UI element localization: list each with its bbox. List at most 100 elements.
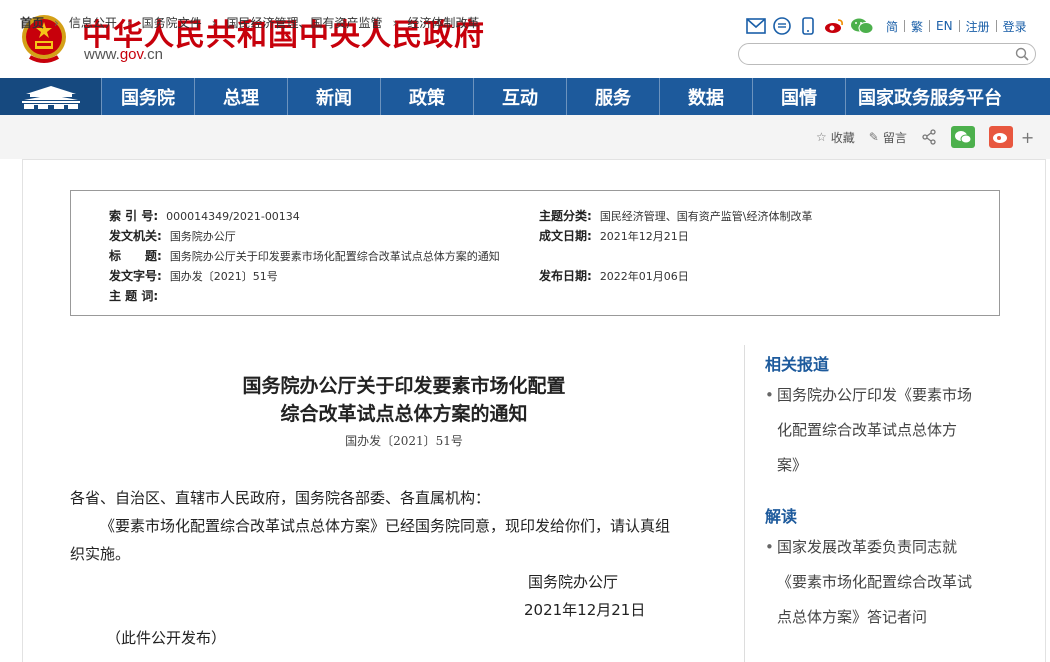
nav-item-gov-service-platform[interactable]: 国家政务服务平台 xyxy=(846,78,1026,115)
meta-label: 发文字号: xyxy=(109,269,162,283)
meta-label: 主题分类: xyxy=(539,209,592,223)
nav-item-interaction[interactable]: 互动 xyxy=(474,78,567,115)
article-title-line: 综合改革试点总体方案的通知 xyxy=(280,403,528,425)
link-login[interactable]: 登录 xyxy=(997,18,1033,35)
meta-issuer: 发文机关: 国务院办公厅 xyxy=(109,227,236,244)
nav-item-news[interactable]: 新闻 xyxy=(288,78,381,115)
site-url-suffix: .cn xyxy=(142,46,163,63)
chevron-right-icon: › xyxy=(392,15,398,30)
meta-label: 发布日期: xyxy=(539,269,592,283)
article-paragraph: 织实施。 xyxy=(70,545,131,563)
sidebar-divider xyxy=(744,345,745,662)
share-toolbar: ☆ 收藏 ✎ 留言 + xyxy=(816,126,1034,148)
breadcrumb-reform[interactable]: 经济体制改革 xyxy=(407,14,479,31)
article-salutation: 各省、自治区、直辖市人民政府，国务院各部委、各直属机构： xyxy=(70,489,491,507)
meta-index: 索 引 号: 000014349/2021-00134 xyxy=(109,207,300,224)
tiananmen-logo-icon[interactable] xyxy=(0,78,102,115)
article-sign-date: 2021年12月21日 xyxy=(524,601,646,619)
related-report-line: 国务院办公厅印发《要素市场 xyxy=(777,386,973,404)
main-nav: 国务院 总理 新闻 政策 互动 服务 数据 国情 国家政务服务平台 xyxy=(0,78,1050,115)
more-share-button[interactable]: + xyxy=(1021,128,1034,147)
mail-icon[interactable] xyxy=(746,16,766,36)
chevron-right-icon: › xyxy=(54,15,59,30)
related-report-link[interactable]: • 国务院办公厅印发《要素市场 化配置综合改革试点总体方 案》 xyxy=(765,378,997,483)
meta-topic: 主题分类: 国民经济管理、国有资产监管\经济体制改革 xyxy=(539,207,813,224)
meta-value: 国民经济管理、国有资产监管\经济体制改革 xyxy=(599,210,813,223)
meta-label: 标 题: xyxy=(109,249,162,263)
nav-item-national-conditions[interactable]: 国情 xyxy=(753,78,846,115)
meta-value: 国务院办公厅关于印发要素市场化配置综合改革试点总体方案的通知 xyxy=(169,250,500,263)
article-title-line: 国务院办公厅关于印发要素市场化配置 xyxy=(242,375,566,397)
link-simplified[interactable]: 简 xyxy=(880,18,904,35)
breadcrumb-info-public[interactable]: 信息公开 xyxy=(69,14,117,31)
site-header: 中华人民共和国中央人民政府 www.gov.cn 简 繁 EN 注册 登录 xyxy=(0,0,1050,78)
comment-label: 留言 xyxy=(882,130,907,145)
star-icon: ☆ xyxy=(816,130,827,144)
article-note: （此件公开发布） xyxy=(106,629,227,647)
meta-value: 2022年01月06日 xyxy=(599,270,689,283)
link-register[interactable]: 注册 xyxy=(960,18,996,35)
nav-item-premier[interactable]: 总理 xyxy=(195,78,288,115)
article-title: 国务院办公厅关于印发要素市场化配置 综合改革试点总体方案的通知 xyxy=(70,372,738,428)
interpretation-link[interactable]: • 国家发展改革委负责同志就 《要素市场化配置综合改革试 点总体方案》答记者问 xyxy=(765,530,997,635)
meta-label: 索 引 号: xyxy=(109,209,159,223)
meta-value: 000014349/2021-00134 xyxy=(166,210,300,223)
interpretation-line: 点总体方案》答记者问 xyxy=(777,608,928,626)
article-signer: 国务院办公厅 xyxy=(528,573,619,591)
breadcrumb-council-docs[interactable]: 国务院文件 xyxy=(142,14,202,31)
pen-icon: ✎ xyxy=(868,130,879,144)
related-report-line: 化配置综合改革试点总体方 xyxy=(777,421,958,439)
bullet-icon: • xyxy=(765,538,774,556)
weibo-share-button[interactable] xyxy=(988,126,1013,148)
meta-value: 2021年12月21日 xyxy=(599,230,689,243)
interpretation-heading: 解读 xyxy=(765,507,798,526)
meta-value: 国办发〔2021〕51号 xyxy=(169,270,278,283)
meta-value: 国务院办公厅 xyxy=(169,230,236,243)
search-icon[interactable] xyxy=(1015,47,1029,61)
bullet-icon: • xyxy=(765,386,774,404)
meta-label: 主 题 词: xyxy=(109,289,159,303)
chevron-right-icon: › xyxy=(211,15,217,30)
related-reports-heading: 相关报道 xyxy=(765,355,830,374)
mobile-icon[interactable] xyxy=(798,16,818,36)
chevron-right-icon: › xyxy=(126,15,132,30)
related-report-line: 案》 xyxy=(777,456,808,474)
weibo-icon[interactable] xyxy=(824,16,844,36)
nav-item-state-council[interactable]: 国务院 xyxy=(102,78,195,115)
link-english[interactable]: EN xyxy=(930,19,959,33)
breadcrumb-home[interactable]: 首页 xyxy=(20,14,44,31)
collect-label: 收藏 xyxy=(830,130,855,145)
weibo-icon xyxy=(992,133,1007,143)
breadcrumb-economy[interactable]: 国民经济管理、国有资产监管 xyxy=(226,14,382,31)
nav-item-policy[interactable]: 政策 xyxy=(381,78,474,115)
interpretation-line: 《要素市场化配置综合改革试 xyxy=(777,573,973,591)
site-url[interactable]: www.gov.cn xyxy=(84,46,163,63)
wechat-share-button[interactable] xyxy=(950,126,975,148)
meta-doc-number: 发文字号: 国办发〔2021〕51号 xyxy=(109,267,278,284)
search-input[interactable] xyxy=(738,43,1036,65)
meta-keywords: 主 题 词: xyxy=(109,287,166,304)
meta-publish-date: 发布日期: 2022年01月06日 xyxy=(539,267,689,284)
comment-button[interactable]: ✎ 留言 xyxy=(869,129,907,146)
link-traditional[interactable]: 繁 xyxy=(905,18,929,35)
nav-item-services[interactable]: 服务 xyxy=(567,78,660,115)
nav-item-data[interactable]: 数据 xyxy=(660,78,753,115)
collect-button[interactable]: ☆ 收藏 xyxy=(816,129,855,146)
interpretation-line: 国家发展改革委负责同志就 xyxy=(777,538,958,556)
wechat-icon xyxy=(954,131,972,144)
share-icon[interactable] xyxy=(921,129,937,145)
message-icon[interactable] xyxy=(772,16,792,36)
meta-title: 标 题: 国务院办公厅关于印发要素市场化配置综合改革试点总体方案的通知 xyxy=(109,247,500,264)
wechat-icon[interactable] xyxy=(850,16,874,36)
meta-made-date: 成文日期: 2021年12月21日 xyxy=(539,227,689,244)
breadcrumb: 首页 › 信息公开 › 国务院文件 › 国民经济管理、国有资产监管 › 经济体制… xyxy=(20,14,479,31)
site-url-prefix: www. xyxy=(84,46,120,63)
site-url-gov: gov xyxy=(119,46,143,63)
meta-label: 成文日期: xyxy=(539,229,592,243)
article-paragraph: 《要素市场化配置综合改革试点总体方案》已经国务院同意，现印发给你们，请认真组 xyxy=(100,517,671,535)
top-links: 简 繁 EN 注册 登录 xyxy=(746,15,1033,37)
page-root: 中华人民共和国中央人民政府 www.gov.cn 简 繁 EN 注册 登录 国务… xyxy=(0,0,1050,662)
document-metadata-table: 索 引 号: 000014349/2021-00134 主题分类: 国民经济管理、国… xyxy=(70,190,1000,316)
article-doc-number: 国办发〔2021〕51号 xyxy=(345,434,463,448)
meta-label: 发文机关: xyxy=(109,229,162,243)
